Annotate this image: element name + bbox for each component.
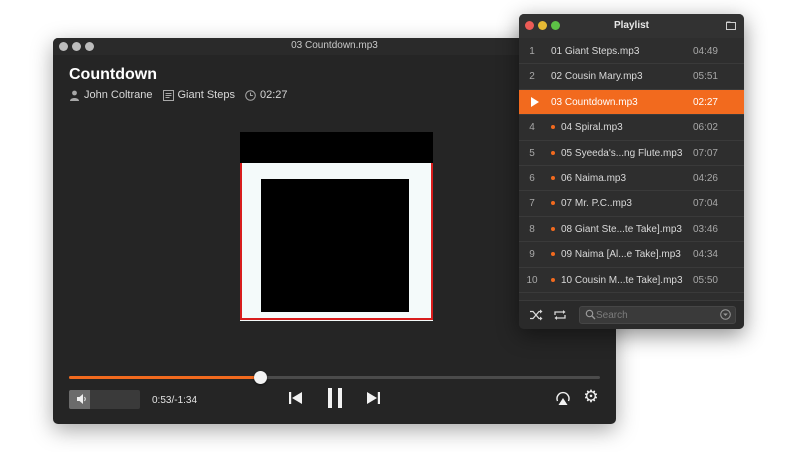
track-duration: 02:27 <box>259 89 288 101</box>
track-duration: 03:46 <box>692 223 718 235</box>
playlist-title: Playlist <box>613 20 650 31</box>
search-field[interactable] <box>579 306 736 324</box>
playlist-window: Playlist 1 01 Giant Steps.mp3 04:49 2 02 Cou… <box>519 14 744 329</box>
unplayed-dot-icon <box>551 175 555 180</box>
skip-back-icon[interactable] <box>287 389 305 407</box>
seek-handle[interactable] <box>253 371 267 384</box>
playlist-row[interactable]: 7 07 Mr. P.C..mp3 07:04 <box>519 191 744 217</box>
desktop: 03 Countdown.mp3 Countdown John Coltrane… <box>0 0 800 452</box>
window-icon[interactable] <box>726 21 736 30</box>
playlist-list: 1 01 Giant Steps.mp3 04:49 2 02 Cousin Mary.… <box>519 39 744 319</box>
track-duration: 04:34 <box>692 249 718 261</box>
playlist-titlebar: Playlist <box>519 14 744 38</box>
seek-bar[interactable] <box>69 371 600 384</box>
track-name: 07 Mr. P.C..mp3 <box>561 198 632 210</box>
track-number: 6 <box>529 172 535 184</box>
playlist-row[interactable]: 1 01 Giant Steps.mp3 04:49 <box>519 39 744 65</box>
track-number: 5 <box>529 147 535 159</box>
unplayed-dot-icon <box>551 226 555 231</box>
repeat-icon[interactable] <box>553 308 567 322</box>
track-name: 02 Cousin Mary.mp3 <box>551 71 643 83</box>
unplayed-dot-icon <box>551 150 555 155</box>
album-name: Giant Steps <box>177 89 235 101</box>
playlist-row[interactable]: 8 08 Giant Ste...te Take].mp3 03:46 <box>519 217 744 243</box>
track-name: 03 Countdown.mp3 <box>551 96 638 108</box>
track-name: 04 Spiral.mp3 <box>561 122 623 134</box>
skip-forward-icon[interactable] <box>364 389 382 407</box>
album-icon <box>162 89 174 101</box>
unplayed-dot-icon <box>551 201 555 206</box>
seek-bar-progress <box>69 376 261 379</box>
track-number: 2 <box>529 71 535 83</box>
artist-name: John Coltrane <box>84 89 153 101</box>
unplayed-dot-icon <box>551 125 555 130</box>
track-duration: 07:04 <box>692 198 718 210</box>
now-playing-icon <box>531 96 539 107</box>
search-icon <box>585 309 596 320</box>
track-name: 08 Giant Ste...te Take].mp3 <box>561 223 682 235</box>
shuffle-icon[interactable] <box>529 308 543 322</box>
clock-icon <box>245 89 256 101</box>
track-duration: 04:26 <box>692 172 718 184</box>
track-name: 01 Giant Steps.mp3 <box>551 46 640 57</box>
track-duration: 04:49 <box>692 46 718 57</box>
track-duration: 02:27 <box>692 96 718 108</box>
unplayed-dot-icon <box>551 277 555 282</box>
track-duration: 05:50 <box>692 274 718 286</box>
track-duration: 05:51 <box>692 71 718 83</box>
track-name: 05 Syeeda's...ng Flute.mp3 <box>561 147 683 159</box>
unplayed-dot-icon <box>551 252 555 257</box>
track-number: 4 <box>529 122 535 134</box>
playlist-row[interactable]: 10 10 Cousin M...te Take].mp3 05:50 <box>519 268 744 293</box>
speaker-icon <box>77 394 86 404</box>
track-name: 10 Cousin M...te Take].mp3 <box>561 274 683 286</box>
pause-icon[interactable] <box>325 386 345 410</box>
track-number: 9 <box>529 249 535 261</box>
track-duration: 06:02 <box>692 122 718 134</box>
playlist-toolbar <box>519 300 744 329</box>
volume-slider[interactable] <box>69 390 140 409</box>
gear-icon[interactable]: ⚙ <box>582 387 600 407</box>
track-title: Countdown <box>69 66 157 83</box>
airplay-icon[interactable] <box>555 390 571 406</box>
track-number: 10 <box>526 274 538 286</box>
track-name: 06 Naima.mp3 <box>561 172 627 184</box>
playlist-row[interactable]: 2 02 Cousin Mary.mp3 05:51 <box>519 64 744 90</box>
playlist-row[interactable]: 9 09 Naima [Al...e Take].mp3 04:34 <box>519 242 744 268</box>
person-icon <box>70 90 79 101</box>
playlist-row[interactable]: 03 Countdown.mp3 02:27 <box>519 89 744 116</box>
playlist-row[interactable]: 5 05 Syeeda's...ng Flute.mp3 07:07 <box>519 141 744 166</box>
playlist-row[interactable]: 6 06 Naima.mp3 04:26 <box>519 166 744 192</box>
track-name: 09 Naima [Al...e Take].mp3 <box>561 249 681 261</box>
chevron-down-icon[interactable] <box>720 309 731 320</box>
search-input[interactable] <box>596 307 708 323</box>
time-readout: 0:53/-1:34 <box>152 395 198 406</box>
track-number: 7 <box>529 198 535 210</box>
track-number: 8 <box>529 223 535 235</box>
album-artwork <box>240 132 433 321</box>
playlist-row[interactable]: 4 04 Spiral.mp3 06:02 <box>519 115 744 141</box>
track-number: 1 <box>529 46 535 57</box>
track-duration: 07:07 <box>692 147 718 159</box>
track-metadata: John Coltrane Giant Steps 02:27 <box>69 88 288 102</box>
